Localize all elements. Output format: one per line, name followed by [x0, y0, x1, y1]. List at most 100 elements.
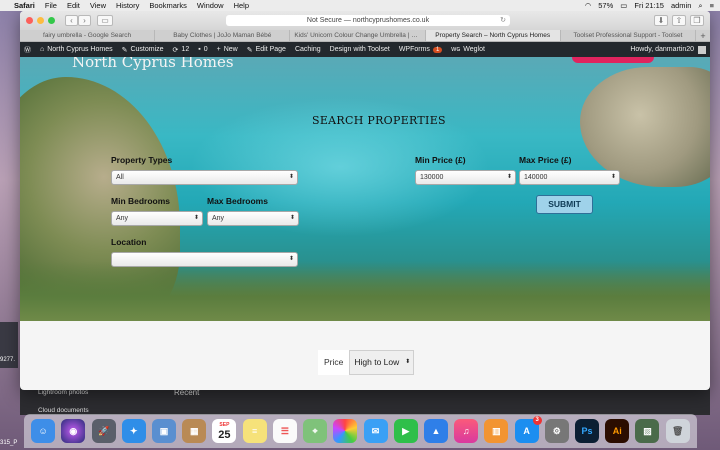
- admin-comments-link[interactable]: ▪ 0: [198, 46, 207, 53]
- menu-history[interactable]: History: [116, 1, 139, 10]
- lightroom-photos-item[interactable]: Lightroom photos: [38, 389, 88, 396]
- reload-icon[interactable]: ↻: [500, 15, 506, 26]
- trash-icon[interactable]: 🗑: [665, 419, 690, 443]
- new-tab-button[interactable]: +: [696, 30, 710, 41]
- min-price-select[interactable]: 130000 ⬍: [415, 170, 516, 185]
- tab-jojo-baby-clothes[interactable]: Baby Clothes | JoJo Maman Bébé: [155, 30, 291, 41]
- maps-icon[interactable]: ⌖: [303, 419, 328, 443]
- submit-search-button[interactable]: SUBMIT: [536, 195, 593, 214]
- facetime-icon[interactable]: ▶: [393, 419, 418, 443]
- desktop-file-label-2[interactable]: 315_P: [0, 440, 17, 446]
- site-title[interactable]: North Cyprus Homes: [72, 57, 234, 71]
- menu-view[interactable]: View: [90, 1, 106, 10]
- search-icon[interactable]: ⌕: [698, 1, 702, 11]
- max-price-select[interactable]: 140000 ⬍: [519, 170, 620, 185]
- menu-edit[interactable]: Edit: [67, 1, 80, 10]
- menu-window[interactable]: Window: [197, 1, 224, 10]
- finder-icon[interactable]: ☺: [31, 419, 56, 443]
- menu-bookmarks[interactable]: Bookmarks: [149, 1, 187, 10]
- menubar-status: ◠ 57% ▭ Fri 21:15 admin ⌕ ≡: [585, 1, 714, 11]
- tab-toolset-support[interactable]: Toolset Professional Support - Toolset: [561, 30, 697, 41]
- admin-caching-link[interactable]: Caching: [295, 46, 321, 53]
- brush-icon: ✎: [121, 46, 128, 54]
- location-select[interactable]: ⬍: [111, 252, 298, 267]
- address-text: Not Secure — northcyprushomes.co.uk: [306, 17, 430, 24]
- admin-customize-link[interactable]: ✎ Customize: [122, 46, 164, 54]
- share-icon[interactable]: ⇧: [672, 15, 686, 26]
- admin-account-menu[interactable]: Howdy, danmartin20: [630, 45, 706, 54]
- tabs-overview-icon[interactable]: ❐: [690, 15, 704, 26]
- search-heading: SEARCH PROPERTIES: [312, 114, 446, 127]
- wordpress-logo-icon[interactable]: Ⓦ: [24, 45, 31, 55]
- min-bedrooms-select[interactable]: Any ⬍: [111, 211, 203, 226]
- admin-toolset-link[interactable]: Design with Toolset: [330, 46, 390, 53]
- messages-icon[interactable]: ✉: [363, 419, 388, 443]
- illustrator-label: Ai: [612, 426, 622, 436]
- min-bedrooms-label: Min Bedrooms: [111, 196, 171, 206]
- downloads-icon[interactable]: ⬇: [654, 15, 668, 26]
- desktop-file-label-1[interactable]: 9277.: [0, 357, 15, 363]
- reminders-icon[interactable]: ☰: [272, 419, 297, 443]
- minimize-window-button[interactable]: [37, 17, 44, 24]
- close-window-button[interactable]: [26, 17, 33, 24]
- tab-jojo-umbrella[interactable]: Kids' Unicorn Colour Change Umbrella | J…: [290, 30, 426, 41]
- siri-icon[interactable]: ◉: [61, 419, 86, 443]
- mac-menu-bar: Safari File Edit View History Bookmarks …: [0, 0, 720, 11]
- system-preferences-icon[interactable]: ⚙: [544, 419, 569, 443]
- header-cta-button[interactable]: [572, 57, 654, 63]
- books-icon[interactable]: ▥: [484, 419, 509, 443]
- wifi-icon[interactable]: ◠: [585, 1, 592, 10]
- calendar-icon[interactable]: SEP 25: [212, 419, 237, 443]
- select-arrows-icon: ⬍: [193, 215, 199, 221]
- app-store-icon[interactable]: A3: [514, 416, 542, 443]
- safari-icon[interactable]: ✦: [121, 419, 146, 443]
- admin-site-link[interactable]: ⌂ North Cyprus Homes: [40, 46, 113, 53]
- cloud-documents-item[interactable]: Cloud documents: [38, 407, 89, 414]
- address-bar[interactable]: Not Secure — northcyprushomes.co.uk ↻: [226, 15, 510, 26]
- hero-shore: [20, 261, 710, 321]
- sidebar-toggle-button[interactable]: ▭: [97, 15, 113, 26]
- admin-weglot-link[interactable]: ᴡɢ Weglot: [451, 46, 485, 53]
- comment-icon: ▪: [198, 46, 201, 53]
- launchpad-icon[interactable]: 🚀: [91, 419, 116, 443]
- tab-property-search[interactable]: Property Search – North Cyprus Homes: [425, 30, 561, 41]
- battery-icon[interactable]: ▭: [620, 1, 627, 10]
- notes-icon[interactable]: ≡: [242, 419, 267, 443]
- menu-help[interactable]: Help: [234, 1, 249, 10]
- photos-icon[interactable]: [333, 419, 358, 443]
- admin-edit-page-link[interactable]: ✎ Edit Page: [247, 46, 286, 54]
- safari-window: ‹ › ▭ Not Secure — northcyprushomes.co.u…: [20, 11, 710, 390]
- menu-app-safari[interactable]: Safari: [14, 1, 35, 10]
- sort-order-select[interactable]: High to Low ⬍: [349, 350, 415, 375]
- image-capture-icon[interactable]: ▨: [635, 419, 660, 443]
- admin-updates-link[interactable]: ⟳ 12: [173, 46, 190, 54]
- back-button[interactable]: ‹: [65, 15, 78, 26]
- battery-percent[interactable]: 57%: [598, 1, 613, 10]
- forward-button[interactable]: ›: [78, 15, 91, 26]
- preview-icon[interactable]: ▣: [151, 419, 176, 443]
- tab-bar: fairy umbrella - Google Search Baby Clot…: [20, 30, 710, 42]
- select-arrows-icon: ⬍: [289, 215, 295, 221]
- menu-list-icon[interactable]: ≡: [710, 1, 714, 10]
- app-store-badge: 3: [532, 416, 542, 425]
- contacts-icon[interactable]: ▦: [182, 419, 207, 443]
- music-icon[interactable]: ♫: [454, 419, 479, 443]
- max-bedrooms-label: Max Bedrooms: [207, 196, 268, 206]
- max-bedrooms-select[interactable]: Any ⬍: [207, 211, 299, 226]
- photoshop-icon[interactable]: Ps: [575, 419, 600, 443]
- toolbar-right-buttons: ⬇ ⇧ ❐: [654, 15, 704, 26]
- menubar-user[interactable]: admin: [671, 1, 691, 10]
- tab-google-search[interactable]: fairy umbrella - Google Search: [20, 30, 156, 41]
- menu-file[interactable]: File: [45, 1, 57, 10]
- min-price-value: 130000: [420, 174, 444, 181]
- menubar-clock[interactable]: Fri 21:15: [634, 1, 664, 10]
- plus-icon: +: [216, 46, 221, 53]
- property-types-select[interactable]: All ⬍: [111, 170, 298, 185]
- window-controls: [26, 17, 55, 24]
- admin-new-link[interactable]: + New: [217, 46, 238, 53]
- keynote-icon[interactable]: ▲: [423, 419, 448, 443]
- admin-wpforms-link[interactable]: WPForms 1: [399, 46, 443, 53]
- zoom-window-button[interactable]: [48, 17, 55, 24]
- admin-updates-count: 12: [181, 46, 190, 53]
- illustrator-icon[interactable]: Ai: [605, 419, 630, 443]
